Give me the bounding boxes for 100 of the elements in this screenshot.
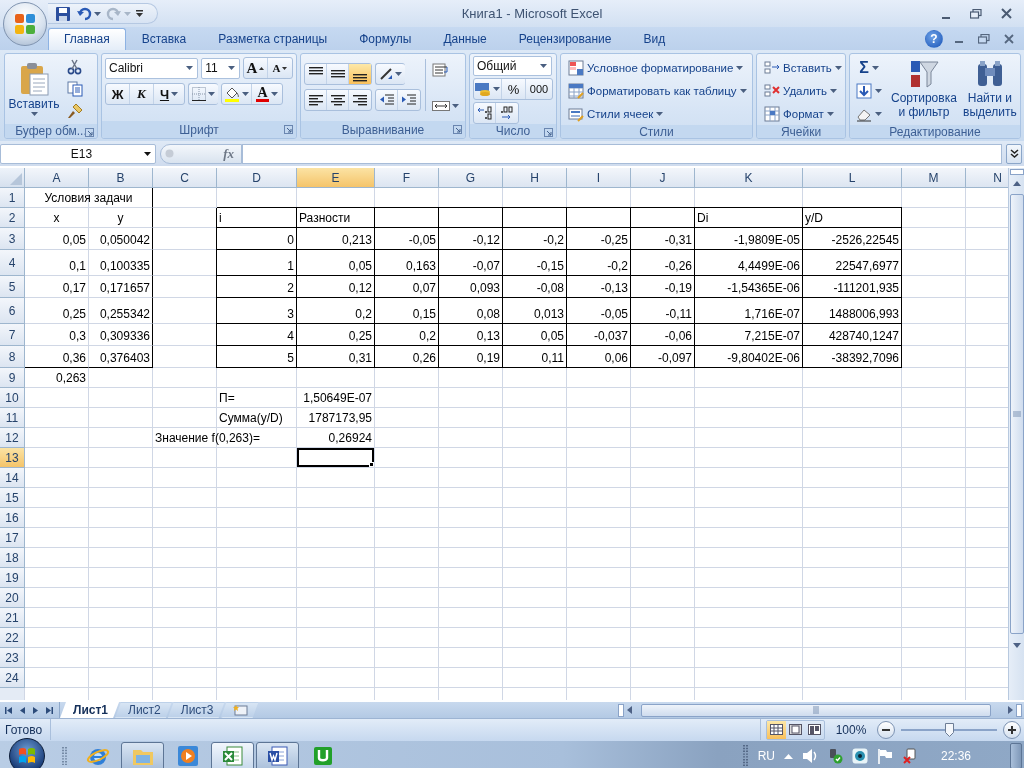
row-header[interactable]: 7 [0, 324, 25, 346]
row-header[interactable]: 23 [0, 648, 25, 668]
ribbon-tab[interactable]: Данные [427, 28, 503, 50]
shrink-font-button[interactable]: A [268, 58, 292, 78]
view-button[interactable] [767, 720, 786, 739]
row-header[interactable]: 9 [0, 368, 25, 388]
speaker-icon[interactable] [801, 748, 818, 764]
insert-function-button[interactable]: fx [222, 144, 235, 163]
formula-field[interactable] [242, 143, 1002, 164]
row-header[interactable]: 16 [0, 508, 25, 528]
zoom-in-button[interactable] [1003, 720, 1021, 739]
row-header[interactable]: 17 [0, 528, 25, 548]
column-header[interactable]: F [375, 168, 439, 188]
styles-menu-button[interactable]: Стили ячеек [564, 103, 668, 125]
split-handle[interactable] [1009, 169, 1024, 175]
sheet-tab[interactable]: Лист1 [60, 702, 120, 718]
row-header[interactable]: 19 [0, 568, 25, 588]
taskbar-button[interactable] [211, 741, 254, 768]
currency-button[interactable] [474, 79, 502, 99]
expand-button[interactable] [1006, 143, 1022, 164]
eye-icon[interactable] [851, 748, 868, 764]
split-handle[interactable] [618, 703, 624, 717]
name-box[interactable]: E13 [0, 143, 156, 164]
row-header[interactable]: 10 [0, 388, 25, 408]
save-button[interactable] [54, 4, 72, 23]
first-sheet-icon[interactable] [5, 706, 12, 714]
vertical-scrollbar[interactable] [1008, 168, 1024, 700]
row-header[interactable]: 24 [0, 668, 25, 688]
column-header[interactable]: C [153, 168, 217, 188]
find-select-button[interactable]: Найти и выделить [961, 57, 1018, 120]
last-sheet-icon[interactable] [46, 706, 53, 714]
borders-button[interactable] [188, 83, 218, 105]
styles-menu-button[interactable]: Условное форматирование [564, 57, 748, 79]
sheet-tab[interactable]: Лист3 [167, 702, 225, 718]
split-handle[interactable] [1016, 703, 1022, 717]
row-header[interactable]: 18 [0, 548, 25, 568]
ribbon-tab[interactable]: Главная [48, 28, 126, 50]
up-arrow-icon[interactable] [783, 753, 793, 759]
autosum-button[interactable]: Σ [852, 57, 886, 79]
column-header[interactable]: I [567, 168, 631, 188]
horizontal-scrollbar[interactable] [616, 702, 1024, 718]
ribbon-tab[interactable]: Формулы [343, 28, 428, 50]
column-header[interactable]: H [503, 168, 567, 188]
percent-button[interactable]: % [502, 79, 526, 99]
sort-filter-button[interactable]: Сортировка и фильтр [890, 57, 958, 120]
orientation-button[interactable] [375, 63, 405, 85]
ribbon-tab[interactable]: Разметка страницы [202, 28, 344, 50]
cells-menu-button[interactable]: Удалить [760, 80, 841, 102]
vertical-align-button[interactable] [349, 64, 371, 84]
column-header[interactable]: M [902, 168, 966, 188]
row-header[interactable]: 22 [0, 628, 25, 648]
row-header[interactable]: 3 [0, 228, 25, 250]
column-header[interactable]: N [966, 168, 1008, 188]
taskbar-button[interactable] [256, 741, 299, 768]
font-color-button[interactable]: A [252, 84, 282, 104]
font-name-field[interactable]: Calibri [105, 57, 199, 79]
column-header[interactable]: K [695, 168, 803, 188]
paste-button[interactable]: Вставить [8, 61, 60, 117]
taskbar-button[interactable] [121, 741, 164, 768]
row-header[interactable]: 1 [0, 188, 25, 208]
number-format-field[interactable]: Общий [473, 56, 552, 76]
row-header[interactable]: 15 [0, 488, 25, 508]
office-button[interactable] [3, 2, 47, 46]
sheet-tab[interactable]: Лист2 [115, 702, 172, 718]
row-header[interactable]: 14 [0, 468, 25, 488]
zoom-out-button[interactable] [877, 720, 895, 739]
slider-thumb[interactable] [945, 722, 954, 737]
ribbon-tab[interactable]: Рецензирование [502, 28, 628, 50]
previous-sheet-icon[interactable] [20, 706, 25, 714]
ribbon-tab[interactable]: Вставка [125, 28, 203, 50]
row-header[interactable]: 5 [0, 276, 25, 298]
cells-menu-button[interactable]: Вставить [760, 57, 845, 79]
thousands-button[interactable]: 000 [526, 79, 552, 99]
column-header[interactable]: E [297, 168, 375, 188]
column-header[interactable]: L [803, 168, 902, 188]
column-header[interactable]: D [217, 168, 297, 188]
row-header[interactable]: 12 [0, 428, 25, 448]
grow-font-button[interactable]: A [244, 58, 268, 78]
column-header[interactable]: G [439, 168, 503, 188]
row-header[interactable]: 21 [0, 608, 25, 628]
zoom-slider[interactable] [901, 722, 997, 737]
row-header[interactable]: 11 [0, 408, 25, 428]
column-header[interactable]: B [89, 168, 153, 188]
customize-button[interactable] [135, 8, 144, 19]
underline-button[interactable]: Ч [154, 84, 184, 104]
ribbon-tab[interactable]: Вид [627, 28, 682, 50]
italic-button[interactable]: К [130, 84, 154, 104]
row-header[interactable]: 2 [0, 208, 25, 228]
start-button[interactable] [9, 738, 45, 768]
bold-button[interactable]: Ж [106, 84, 130, 104]
row-header[interactable]: 8 [0, 346, 25, 368]
row-header[interactable]: 6 [0, 298, 25, 324]
fill-color-button[interactable] [222, 84, 252, 104]
cells-menu-button[interactable]: Формат [760, 103, 838, 125]
row-header[interactable]: 4 [0, 250, 25, 276]
row-header[interactable]: 20 [0, 588, 25, 608]
font-size-field[interactable]: 11 [201, 57, 240, 79]
column-header[interactable]: J [631, 168, 695, 188]
column-header[interactable]: A [25, 168, 89, 188]
styles-menu-button[interactable]: Форматировать как таблицу [564, 80, 751, 102]
